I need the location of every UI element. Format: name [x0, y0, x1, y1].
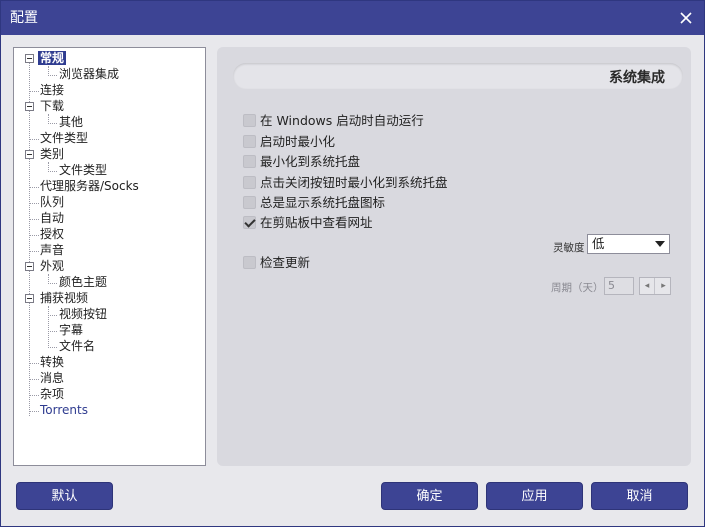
checkbox[interactable]	[243, 196, 256, 209]
default-button[interactable]: 默认	[16, 482, 113, 510]
collapse-icon[interactable]	[25, 262, 34, 271]
tree-item-file-types[interactable]: 文件类型	[38, 130, 90, 146]
checkbox[interactable]	[243, 135, 256, 148]
collapse-icon[interactable]	[25, 102, 34, 111]
period-input[interactable]: 5	[604, 277, 634, 295]
tree-item-browser-integration[interactable]: 浏览器集成	[57, 66, 121, 82]
tree-item-file-name[interactable]: 文件名	[57, 338, 97, 354]
arrow-left-icon[interactable]: ◂	[640, 278, 655, 294]
tree-item-sound[interactable]: 声音	[38, 242, 66, 258]
collapse-icon[interactable]	[25, 150, 34, 159]
close-icon[interactable]	[676, 8, 696, 28]
tree-item-general[interactable]: 常规	[38, 50, 67, 66]
settings-panel: 系统集成 在 Windows 启动时自动运行 启动时最小化 最小化到系统托盘 点…	[217, 47, 691, 466]
ok-button[interactable]: 确定	[381, 482, 478, 510]
tree-item-video-capture[interactable]: 捕获视频	[38, 290, 90, 306]
dropdown-arrow-icon	[655, 241, 665, 247]
checkbox[interactable]	[243, 114, 256, 127]
tree-item-category-file-types[interactable]: 文件类型	[57, 162, 109, 178]
tree-item-categories[interactable]: 类别	[38, 146, 66, 162]
tree-item-connection[interactable]: 连接	[38, 82, 66, 98]
tree-connector	[48, 347, 57, 348]
tree-item-license[interactable]: 授权	[38, 226, 66, 242]
tree-item-misc[interactable]: 杂项	[38, 386, 66, 402]
sensitivity-select[interactable]: 低	[587, 234, 670, 254]
tree-item-download[interactable]: 下载	[38, 98, 66, 114]
cancel-button[interactable]: 取消	[591, 482, 688, 510]
period-spinner[interactable]: ◂ ▸	[639, 277, 671, 295]
tree-connector	[48, 283, 57, 284]
option-close-to-tray[interactable]: 点击关闭按钮时最小化到系统托盘	[243, 174, 448, 192]
tree-connector	[48, 123, 57, 124]
checkbox[interactable]	[243, 155, 256, 168]
tree-item-queue[interactable]: 队列	[38, 194, 66, 210]
option-always-show-tray-icon[interactable]: 总是显示系统托盘图标	[243, 194, 385, 212]
tree-connector	[48, 331, 57, 332]
collapse-icon[interactable]	[25, 294, 34, 303]
checkbox[interactable]	[243, 256, 256, 269]
tree-connector	[48, 171, 57, 172]
config-window: 配置 常规 浏览器集成 连接 下载 其他 文件类型 类别 文件类型 代理服务器/…	[0, 0, 705, 527]
checkbox-checked[interactable]	[243, 216, 256, 229]
tree-item-messages[interactable]: 消息	[38, 370, 66, 386]
tree-item-torrents[interactable]: Torrents	[38, 402, 90, 418]
tree-item-convert[interactable]: 转换	[38, 354, 66, 370]
window-title: 配置	[10, 10, 38, 26]
arrow-right-icon[interactable]: ▸	[656, 278, 671, 294]
tree-item-automation[interactable]: 自动	[38, 210, 66, 226]
checkbox[interactable]	[243, 176, 256, 189]
option-minimize-to-tray[interactable]: 最小化到系统托盘	[243, 153, 360, 171]
option-start-minimized[interactable]: 启动时最小化	[243, 133, 335, 151]
tree-connector	[48, 75, 57, 76]
tree-item-subtitles[interactable]: 字幕	[57, 322, 85, 338]
tree-connector	[48, 315, 57, 316]
apply-button[interactable]: 应用	[486, 482, 583, 510]
settings-tree: 常规 浏览器集成 连接 下载 其他 文件类型 类别 文件类型 代理服务器/Soc…	[13, 47, 206, 466]
collapse-icon[interactable]	[25, 54, 34, 63]
tree-item-other[interactable]: 其他	[57, 114, 85, 130]
option-check-updates[interactable]: 检查更新	[243, 254, 310, 272]
tree-connector	[48, 306, 49, 348]
section-header: 系统集成	[233, 63, 683, 89]
sensitivity-label: 灵敏度	[553, 242, 585, 254]
tree-item-appearance[interactable]: 外观	[38, 258, 66, 274]
title-bar: 配置	[1, 1, 704, 35]
section-title: 系统集成	[609, 70, 665, 86]
option-monitor-clipboard[interactable]: 在剪贴板中查看网址	[243, 214, 373, 232]
option-autorun-windows[interactable]: 在 Windows 启动时自动运行	[243, 112, 424, 130]
period-label: 周期（天）	[551, 282, 604, 294]
tree-item-proxy[interactable]: 代理服务器/Socks	[38, 178, 141, 194]
tree-item-color-theme[interactable]: 颜色主题	[57, 274, 109, 290]
tree-item-video-button[interactable]: 视频按钮	[57, 306, 109, 322]
